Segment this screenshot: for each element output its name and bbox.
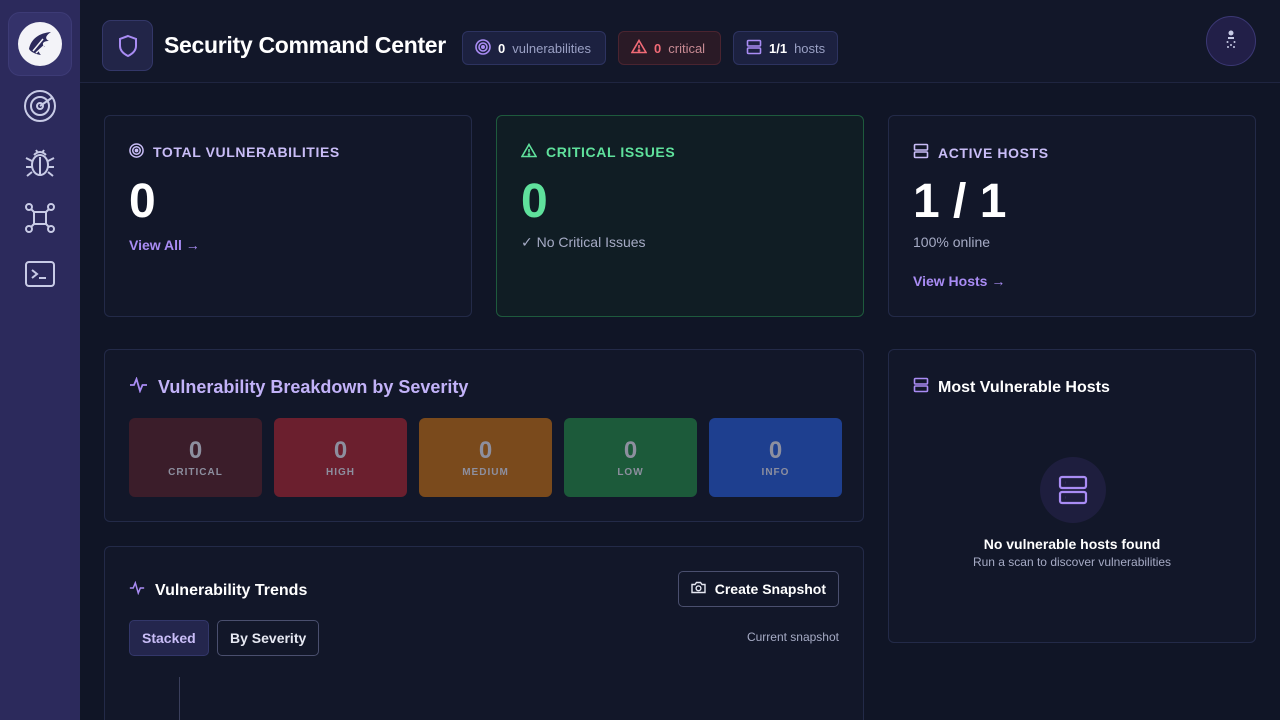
total-vulnerabilities-header: TOTAL VULNERABILITIES [129,143,340,161]
bug-icon [24,145,56,184]
hosts-badge[interactable]: 1/1 hosts [733,31,838,65]
active-hosts-header: ACTIVE HOSTS [913,143,1049,162]
total-vulnerabilities-label: TOTAL VULNERABILITIES [153,144,340,160]
critical-issues-card: CRITICAL ISSUES 0 ✓ No Critical Issues [496,115,864,317]
sidebar-item-terminal[interactable] [16,252,64,300]
active-hosts-card: ACTIVE HOSTS 1 / 1 100% online View Host… [888,115,1256,317]
warning-icon [630,38,648,57]
total-vulnerabilities-value: 0 [129,175,156,228]
camera-icon [691,581,706,597]
active-hosts-label: ACTIVE HOSTS [938,144,1049,161]
sidebar-item-network[interactable] [16,196,64,244]
radar-icon [22,88,58,129]
severity-value: 0 [478,437,493,464]
create-snapshot-button[interactable]: Create Snapshot [677,571,839,607]
total-vulnerabilities-card: TOTAL VULNERABILITIES 0 View All → [104,115,472,317]
severity-label: MEDIUM [462,467,509,478]
sidebar-item-scan[interactable] [16,84,64,132]
most-vulnerable-hosts-header: Most Vulnerable Hosts [913,377,1110,398]
warning-icon [520,142,538,161]
tab-by-severity[interactable]: By Severity [217,620,320,656]
app-logo[interactable] [8,12,72,76]
active-hosts-online: 100% online [913,234,991,250]
severity-value: 0 [623,437,638,464]
empty-state-subtitle: Run a scan to discover vulnerabilities [972,555,1172,569]
create-snapshot-label: Create Snapshot [714,581,826,597]
robot-icon [1224,29,1238,54]
tab-stacked[interactable]: Stacked [129,620,209,656]
most-vulnerable-hosts-card: Most Vulnerable Hosts No vulnerable host… [888,349,1256,643]
critical-issues-status: ✓ No Critical Issues [521,234,646,250]
most-vulnerable-hosts-title: Most Vulnerable Hosts [938,378,1110,396]
severity-medium[interactable]: 0 MEDIUM [419,418,552,497]
dragon-logo-icon [18,22,62,66]
server-icon [913,377,929,398]
severity-critical[interactable]: 0 CRITICAL [129,418,262,497]
hosts-count: 1/1 [769,40,788,56]
view-all-link[interactable]: View All → [129,237,200,253]
target-icon [475,38,491,58]
trends-header: Vulnerability Trends [129,580,308,600]
vulnerabilities-label: vulnerabilities [512,40,591,56]
server-icon [746,39,762,58]
user-avatar[interactable] [1206,16,1256,66]
severity-label: INFO [761,467,790,478]
sidebar-item-vulnerabilities[interactable] [16,140,64,188]
view-hosts-link[interactable]: View Hosts → [913,273,1005,289]
severity-label: CRITICAL [168,467,223,478]
severity-label: LOW [617,467,644,478]
severity-breakdown-title: Vulnerability Breakdown by Severity [158,377,469,397]
target-icon [129,143,144,161]
activity-icon [129,376,148,398]
critical-issues-value: 0 [521,175,548,228]
network-icon [25,202,55,238]
severity-low[interactable]: 0 LOW [564,418,697,497]
severity-value: 0 [333,437,348,464]
snapshot-note: Current snapshot [746,630,839,644]
critical-issues-label: CRITICAL ISSUES [546,144,676,160]
shield-icon [102,20,153,71]
activity-icon [129,580,145,600]
empty-state-title: No vulnerable hosts found [983,536,1161,552]
vulnerabilities-badge[interactable]: 0 vulnerabilities [462,31,606,65]
severity-info[interactable]: 0 INFO [709,418,842,497]
critical-issues-header: CRITICAL ISSUES [520,142,676,161]
server-icon [913,143,929,162]
severity-label: HIGH [326,467,355,478]
severity-breakdown-card: Vulnerability Breakdown by Severity 0 CR… [104,349,864,522]
severity-boxes: 0 CRITICAL 0 HIGH 0 MEDIUM 0 LOW 0 INFO [129,418,842,497]
top-header: Security Command Center 0 vulnerabilitie… [80,0,1280,83]
server-icon [1040,457,1106,523]
severity-value: 0 [768,437,783,464]
hosts-label: hosts [794,40,826,56]
sidebar [0,0,80,720]
severity-value: 0 [188,437,203,464]
critical-count: 0 [654,40,662,56]
severity-breakdown-header: Vulnerability Breakdown by Severity [129,376,469,398]
trends-title: Vulnerability Trends [155,581,308,599]
chart-y-axis [179,677,180,720]
severity-high[interactable]: 0 HIGH [274,418,407,497]
active-hosts-value: 1 / 1 [913,175,1007,228]
vulnerability-trends-card: Vulnerability Trends Create Snapshot Sta… [104,546,864,720]
critical-badge[interactable]: 0 critical [618,31,721,65]
critical-label: critical [668,40,706,56]
vulnerabilities-count: 0 [498,40,506,56]
terminal-icon [24,260,56,293]
page-title: Security Command Center [164,32,446,58]
